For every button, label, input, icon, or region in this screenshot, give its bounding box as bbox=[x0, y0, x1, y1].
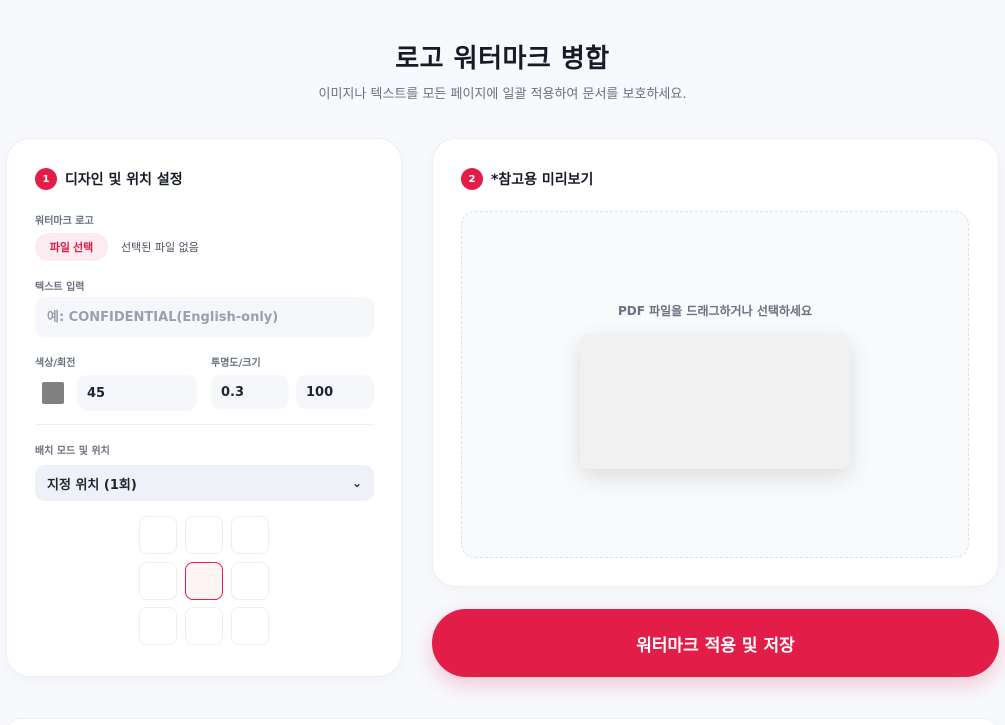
text-input-label: 텍스트 입력 bbox=[35, 282, 85, 293]
dropzone-text: PDF 파일을 드래그하거나 선택하세요 bbox=[617, 304, 813, 318]
position-center[interactable] bbox=[185, 562, 223, 600]
design-step-header: 1 디자인 및 위치 설정 bbox=[35, 168, 183, 190]
position-top-left[interactable] bbox=[139, 516, 177, 554]
choose-file-button[interactable]: 파일 선택 bbox=[35, 233, 108, 261]
preview-page bbox=[580, 334, 850, 469]
preview-card: 2 *참고용 미리보기 PDF 파일을 드래그하거나 선택하세요 bbox=[432, 138, 999, 587]
logo-label: 워터마크 로고 bbox=[35, 216, 94, 227]
pdf-dropzone[interactable]: PDF 파일을 드래그하거나 선택하세요 bbox=[461, 211, 969, 558]
step-1-badge: 1 bbox=[35, 168, 57, 190]
file-status-text: 선택된 파일 없음 bbox=[121, 241, 199, 254]
color-picker[interactable] bbox=[35, 375, 71, 411]
position-bottom-right[interactable] bbox=[231, 607, 269, 645]
section-divider bbox=[35, 424, 374, 425]
position-middle-left[interactable] bbox=[139, 562, 177, 600]
rotation-input[interactable]: 45 bbox=[77, 375, 197, 411]
placement-mode-value: 지정 위치 (1회) bbox=[47, 477, 137, 493]
design-step-title: 디자인 및 위치 설정 bbox=[65, 172, 183, 188]
bottom-card bbox=[6, 718, 999, 725]
preview-step-header: 2 *참고용 미리보기 bbox=[461, 168, 593, 190]
position-top-right[interactable] bbox=[231, 516, 269, 554]
chevron-down-icon: ⌄ bbox=[351, 476, 362, 490]
opacity-input[interactable]: 0.3 bbox=[211, 375, 289, 409]
apply-watermark-button[interactable]: 워터마크 적용 및 저장 bbox=[432, 609, 999, 677]
position-middle-right[interactable] bbox=[231, 562, 269, 600]
color-swatch bbox=[42, 382, 64, 404]
color-rotation-label: 색상/회전 bbox=[35, 358, 76, 369]
page-subtitle: 이미지나 텍스트를 모든 페이지에 일괄 적용하여 문서를 보호하세요. bbox=[318, 87, 687, 102]
size-input[interactable]: 100 bbox=[296, 375, 374, 409]
position-top-center[interactable] bbox=[185, 516, 223, 554]
step-2-badge: 2 bbox=[461, 168, 483, 190]
preview-step-title: *참고용 미리보기 bbox=[491, 172, 594, 188]
position-bottom-center[interactable] bbox=[185, 607, 223, 645]
placement-mode-select[interactable]: 지정 위치 (1회) ⌄ bbox=[35, 465, 374, 501]
design-settings-card: 1 디자인 및 위치 설정 워터마크 로고 파일 선택 선택된 파일 없음 텍스… bbox=[6, 138, 402, 677]
placement-mode-label: 배치 모드 및 위치 bbox=[35, 446, 110, 457]
opacity-size-label: 투명도/크기 bbox=[211, 358, 261, 369]
position-grid bbox=[139, 516, 271, 648]
watermark-text-input[interactable] bbox=[35, 297, 374, 337]
position-bottom-left[interactable] bbox=[139, 607, 177, 645]
page-title: 로고 워터마크 병합 bbox=[395, 44, 610, 74]
